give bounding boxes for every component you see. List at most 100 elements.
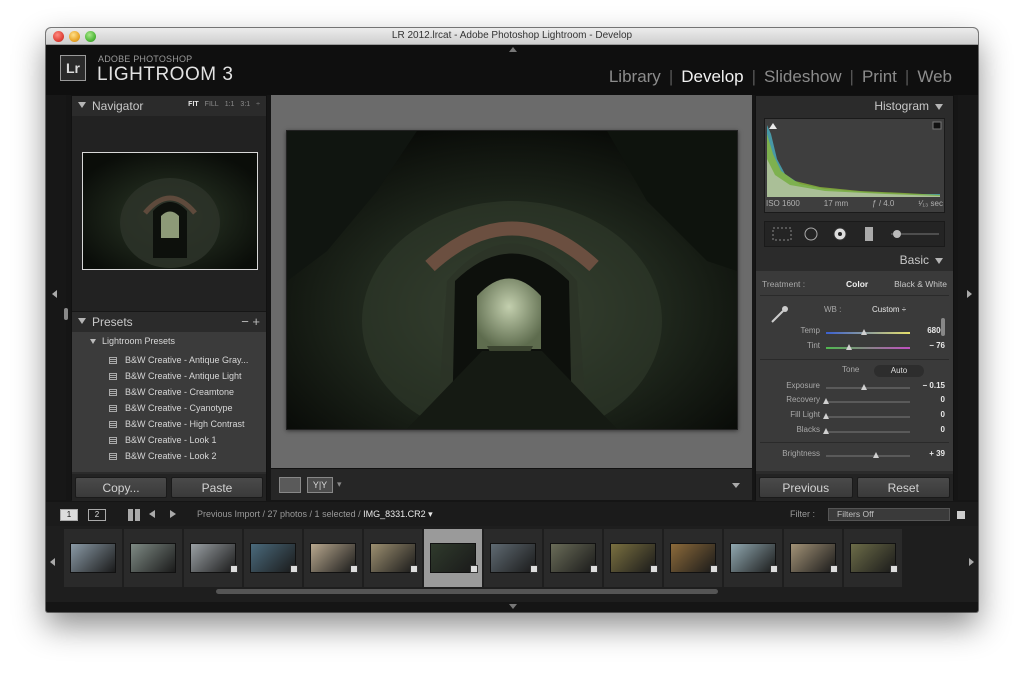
slider-knob[interactable] — [823, 413, 829, 419]
shadow-clipping-icon[interactable] — [769, 123, 777, 129]
navigator-header[interactable]: Navigator FIT FILL 1:1 3:1 ÷ — [72, 96, 266, 116]
filmstrip-scroll-right-icon[interactable] — [969, 558, 974, 566]
view-options-dropdown-icon[interactable]: ▾ — [337, 479, 342, 490]
preset-item[interactable]: B&W Creative - High Contrast — [109, 416, 245, 432]
collapse-top-panel-icon[interactable] — [509, 47, 517, 52]
zoom-fit[interactable]: FIT — [188, 101, 199, 108]
paste-button[interactable]: Paste — [171, 477, 263, 498]
collapse-left-panel-icon[interactable] — [52, 290, 57, 298]
copy-button[interactable]: Copy... — [75, 477, 167, 498]
slider-knob[interactable] — [860, 384, 867, 390]
previous-photo-icon[interactable] — [149, 510, 155, 518]
filmstrip-thumbnail[interactable] — [64, 529, 122, 587]
loupe-view-button[interactable] — [279, 477, 301, 493]
tint-slider-row: Tint − 76 — [806, 341, 945, 350]
filmstrip-source[interactable]: Previous Import / 27 photos / 1 selected… — [197, 509, 433, 520]
filmstrip-thumbnail[interactable] — [364, 529, 422, 587]
develop-settings-badge-icon — [530, 565, 538, 573]
right-panel-edge[interactable] — [958, 95, 978, 500]
filmstrip-thumbnail[interactable] — [604, 529, 662, 587]
module-web[interactable]: Web — [909, 67, 960, 87]
basic-header[interactable]: Basic — [900, 253, 943, 267]
fill-light-slider[interactable] — [823, 413, 910, 419]
blacks-slider[interactable] — [823, 428, 910, 434]
highlight-clipping-icon[interactable] — [932, 121, 942, 130]
slider-knob[interactable] — [823, 428, 829, 434]
preset-item[interactable]: B&W Creative - Look 2 — [109, 448, 217, 464]
slider-knob[interactable] — [873, 452, 880, 458]
zoom-3-1[interactable]: 3:1 — [240, 101, 250, 108]
filmstrip-thumbnail[interactable] — [424, 529, 482, 587]
recovery-slider[interactable] — [823, 398, 910, 404]
preset-item[interactable]: B&W Creative - Look 1 — [109, 432, 217, 448]
primary-display-button[interactable]: 1 — [60, 509, 78, 521]
secondary-display-button[interactable]: 2 — [88, 509, 106, 521]
preset-icon — [109, 421, 117, 429]
zoom-fill[interactable]: FILL — [205, 101, 219, 108]
histogram-header[interactable]: Histogram — [874, 99, 943, 113]
filmstrip-thumbnail[interactable] — [304, 529, 362, 587]
disclosure-triangle-icon[interactable] — [78, 102, 86, 108]
preset-folder[interactable]: Lightroom Presets — [90, 336, 175, 346]
module-slideshow[interactable]: Slideshow — [756, 67, 850, 87]
filter-select[interactable]: Filters Off — [828, 508, 950, 521]
navigator-preview[interactable] — [82, 152, 258, 270]
before-after-view-button[interactable]: Y|Y — [307, 477, 333, 493]
treatment-color[interactable]: Color — [846, 279, 868, 289]
filmstrip-thumbnail[interactable] — [844, 529, 902, 587]
disclosure-triangle-icon[interactable] — [78, 318, 86, 324]
toolbar-content-dropdown-icon[interactable] — [732, 483, 740, 488]
crop-tool-icon[interactable] — [772, 227, 792, 241]
module-develop[interactable]: Develop — [673, 67, 751, 87]
module-print[interactable]: Print — [854, 67, 905, 87]
disclosure-triangle-icon[interactable] — [935, 103, 943, 110]
previous-button[interactable]: Previous — [759, 477, 853, 498]
filmstrip-thumbnail[interactable] — [124, 529, 182, 587]
disclosure-triangle-icon[interactable] — [935, 257, 943, 264]
preset-item[interactable]: B&W Creative - Creamtone — [109, 384, 234, 400]
filmstrip-scroll-left-icon[interactable] — [50, 558, 55, 566]
main-photo[interactable] — [286, 130, 738, 430]
collapse-bottom-panel-icon[interactable] — [509, 604, 517, 609]
brightness-slider[interactable] — [826, 452, 910, 458]
spot-removal-icon[interactable] — [804, 227, 818, 241]
zoom-stepper-icon[interactable]: ÷ — [256, 101, 260, 108]
filmstrip-thumbnail[interactable] — [664, 529, 722, 587]
preset-item[interactable]: B&W Creative - Antique Gray... — [109, 352, 248, 368]
right-panel-scrollbar[interactable] — [941, 318, 945, 336]
preset-icon — [109, 373, 117, 381]
next-photo-icon[interactable] — [170, 510, 176, 518]
add-remove-preset-buttons[interactable]: − + — [241, 314, 260, 329]
tone-label: Tone — [842, 365, 860, 374]
filmstrip-thumbnail[interactable] — [184, 529, 242, 587]
preset-item[interactable]: B&W Creative - Antique Light — [109, 368, 242, 384]
graduated-filter-icon[interactable] — [865, 227, 873, 241]
collapse-right-panel-icon[interactable] — [967, 290, 972, 298]
auto-tone-button[interactable]: Auto — [874, 365, 924, 377]
slider-knob[interactable] — [845, 344, 852, 350]
exposure-slider[interactable] — [826, 384, 910, 390]
slider-knob[interactable] — [823, 398, 829, 404]
slider-knob[interactable] — [860, 329, 867, 335]
tint-slider[interactable] — [826, 344, 910, 350]
presets-header[interactable]: Presets − + — [72, 311, 266, 331]
left-panel-scrollbar[interactable] — [64, 308, 68, 320]
grid-view-icon[interactable] — [128, 509, 140, 521]
adjustment-brush-icon[interactable] — [893, 230, 901, 238]
treatment-black-white[interactable]: Black & White — [894, 279, 947, 289]
preset-item[interactable]: B&W Creative - Cyanotype — [109, 400, 233, 416]
filmstrip-thumbnail[interactable] — [484, 529, 542, 587]
left-panel-edge[interactable] — [46, 95, 66, 500]
filmstrip-thumbnail[interactable] — [784, 529, 842, 587]
white-balance-select[interactable]: Custom ÷ — [872, 305, 906, 314]
filmstrip-thumbnail[interactable] — [724, 529, 782, 587]
filmstrip-thumbnail[interactable] — [244, 529, 302, 587]
temp-slider[interactable] — [826, 329, 910, 335]
folder-disclosure-icon[interactable] — [90, 339, 96, 345]
module-library[interactable]: Library — [601, 67, 669, 87]
zoom-1-1[interactable]: 1:1 — [225, 101, 235, 108]
filter-lock-icon[interactable] — [957, 511, 965, 519]
reset-button[interactable]: Reset — [856, 477, 950, 498]
filmstrip-thumbnail[interactable] — [544, 529, 602, 587]
filmstrip-scrollbar[interactable] — [216, 589, 718, 594]
